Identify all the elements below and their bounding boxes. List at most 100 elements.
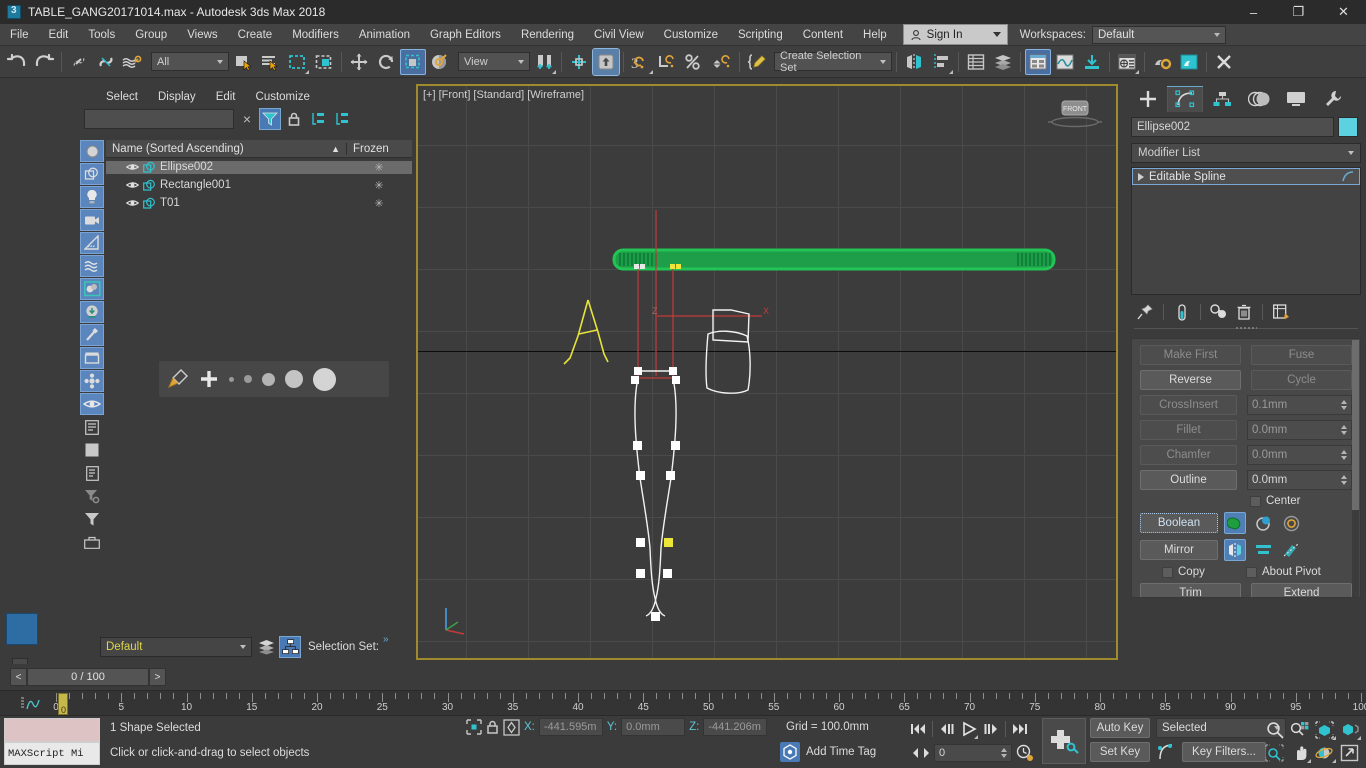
align-icon[interactable] [928,49,954,75]
minimize-button[interactable]: – [1231,0,1276,24]
set-key-label-button[interactable]: Set Key [1090,742,1150,762]
column-name[interactable]: Name (Sorted Ascending) ▲ [106,143,346,155]
menu-civil-view[interactable]: Civil View [584,24,654,46]
key-filters-button[interactable]: Key Filters... [1182,742,1266,762]
rectangular-selection-region-icon[interactable] [284,49,310,75]
reference-coordinate-select[interactable]: View [458,52,530,71]
table-row[interactable]: Rectangle001 ✳ [106,176,412,194]
explorer-menu-display[interactable]: Display [148,91,206,103]
zoom-region-icon[interactable] [1262,741,1287,764]
zoom-icon[interactable] [1262,718,1287,741]
menu-views[interactable]: Views [177,24,227,46]
size-dot-4[interactable] [285,370,303,388]
frame-number-field[interactable]: 0 [934,744,1012,762]
fillet-spinner[interactable]: 0.0mm [1247,420,1352,440]
chamfer-spinner[interactable]: 0.0mm [1247,445,1352,465]
go-to-start-button[interactable] [908,718,928,740]
chamfer-button[interactable]: Chamfer [1140,445,1237,465]
spinner-arrows-icon[interactable] [1341,400,1347,410]
mirror-icon[interactable] [901,49,927,75]
boolean-union-icon[interactable] [1224,512,1246,534]
modifier-list-select[interactable]: Modifier List [1131,143,1361,163]
next-frame-button[interactable]: > [149,668,166,686]
close-button[interactable]: ✕ [1321,0,1366,24]
viewport-label[interactable]: [+] [Front] [Standard] [Wireframe] [423,89,584,101]
overflow-indicator[interactable]: » [383,634,389,645]
orbit-icon[interactable] [1312,741,1337,764]
boolean-button[interactable]: Boolean [1140,513,1218,533]
blank-panel-icon[interactable] [80,439,104,461]
layer-manager-icon[interactable] [256,637,276,657]
expand-triangle-icon[interactable] [1138,172,1144,181]
make-first-button[interactable]: Make First [1140,345,1241,365]
size-dot-2[interactable] [244,375,252,383]
menu-scripting[interactable]: Scripting [728,24,793,46]
zoom-extents-icon[interactable] [1312,718,1337,741]
use-pivot-center-icon[interactable] [531,49,557,75]
outline-button[interactable]: Outline [1140,470,1237,490]
mirror-diagonal-icon[interactable] [1280,539,1302,561]
curve-editor-mini-icon[interactable] [20,696,42,712]
maximize-button[interactable]: ❐ [1276,0,1321,24]
percent-snap-icon[interactable] [682,49,708,75]
filter-bones-icon[interactable] [80,324,104,346]
list-view-icon[interactable] [80,416,104,438]
brush-icon[interactable] [167,368,189,390]
center-checkbox[interactable] [1250,495,1261,507]
current-frame-display[interactable]: 0 / 100 [27,668,149,686]
mirror-horizontal-icon[interactable] [1224,539,1246,561]
expand-all-icon[interactable] [308,109,328,129]
crossinsert-button[interactable]: CrossInsert [1140,395,1237,415]
select-and-move-icon[interactable] [346,49,372,75]
scene-explorer-toggle-icon[interactable] [279,636,301,658]
menu-group[interactable]: Group [125,24,177,46]
explorer-menu-customize[interactable]: Customize [246,91,320,103]
reverse-button[interactable]: Reverse [1140,370,1241,390]
schematic-view-icon[interactable] [1052,49,1078,75]
eye-icon[interactable] [126,162,139,172]
filter-groups-icon[interactable] [80,278,104,300]
fillet-button[interactable]: Fillet [1140,420,1237,440]
render-frame-window-icon[interactable] [1176,49,1202,75]
extend-button[interactable]: Extend [1251,583,1352,597]
maxscript-mini-listener[interactable]: MAXScript Mi [4,742,100,765]
column-frozen[interactable]: Frozen [346,142,412,155]
menu-customize[interactable]: Customize [654,24,728,46]
maximize-viewport-icon[interactable] [1337,741,1362,764]
size-dot-5[interactable] [313,367,336,391]
track-bar[interactable]: 0 5 10 15 20 25 30 35 40 45 50 55 60 65 70 75 80 85 90 95 10… [0,690,1366,716]
rollout-divider[interactable] [1134,328,1358,335]
explorer-search-input[interactable] [84,109,234,129]
select-and-place-icon[interactable] [427,49,453,75]
menu-rendering[interactable]: Rendering [511,24,584,46]
auto-key-button[interactable]: Auto Key [1090,718,1150,738]
select-by-name-icon[interactable] [257,49,283,75]
remove-modifier-icon[interactable] [1233,301,1255,323]
workspaces-select[interactable]: Default [1091,25,1226,44]
mirror-button[interactable]: Mirror [1140,540,1218,560]
menu-content[interactable]: Content [793,24,853,46]
boolean-intersect-icon[interactable] [1280,512,1302,534]
boolean-subtract-icon[interactable] [1252,512,1274,534]
redo-icon[interactable] [31,49,57,75]
filter-xrefs-icon[interactable] [80,301,104,323]
time-tag-icon[interactable] [780,742,800,762]
zoom-extents-selected-icon[interactable] [1337,718,1362,741]
mirror-vertical-icon[interactable] [1252,539,1274,561]
absolute-relative-transform-icon[interactable] [503,718,520,736]
sign-in-button[interactable]: Sign In [902,24,1008,45]
select-object-icon[interactable] [230,49,256,75]
filter-funnel-icon[interactable] [80,508,104,530]
play-animation-button[interactable] [959,718,979,740]
key-tangent-icon[interactable] [1156,742,1176,762]
select-link-icon[interactable] [66,49,92,75]
key-mode-arrows-icon[interactable] [912,747,930,759]
explorer-menu-edit[interactable]: Edit [206,91,246,103]
visibility-eye-icon[interactable] [80,393,104,415]
menu-edit[interactable]: Edit [39,24,79,46]
filter-icon[interactable] [259,108,281,130]
filter-particles-icon[interactable] [80,347,104,369]
selection-lock-region-icon[interactable] [466,719,482,735]
filter-space-warps-icon[interactable] [80,255,104,277]
select-and-manipulate-icon[interactable] [566,49,592,75]
